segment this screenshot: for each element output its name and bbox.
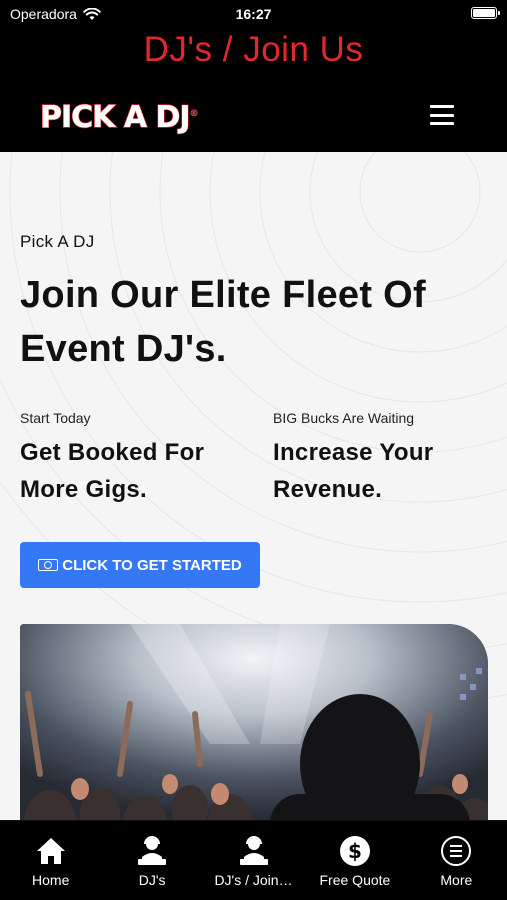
main-content: Pick A DJ Join Our Elite Fleet Of Event …: [0, 152, 507, 820]
dj-icon: [135, 834, 169, 868]
battery-icon: [471, 7, 500, 19]
feature-title: Increase Your Revenue.: [273, 439, 434, 503]
tab-more[interactable]: More: [406, 821, 507, 900]
tab-label: DJ's: [138, 872, 166, 888]
pick-a-dj-logo[interactable]: PICK A DJ®: [39, 99, 199, 136]
status-bar: Operadora 16:27: [0, 0, 507, 26]
tab-label: Free Quote: [319, 872, 391, 888]
money-icon: [38, 559, 59, 571]
dj-join-icon: [237, 834, 271, 868]
eyebrow-text: Pick A DJ: [20, 232, 95, 251]
registered-mark: ®: [189, 109, 199, 119]
tab-free-quote[interactable]: $ Free Quote: [304, 821, 405, 900]
tab-label: More: [440, 872, 473, 888]
page-title: DJ's / Join Us: [143, 30, 364, 69]
get-started-button[interactable]: CLICK TO GET STARTED: [20, 542, 260, 588]
feature-start-today: Start Today Get Booked For More Gigs.: [20, 410, 250, 508]
home-icon: [34, 834, 68, 868]
status-time: 16:27: [235, 6, 272, 22]
hamburger-menu-icon[interactable]: [430, 105, 454, 125]
concert-crowd-image: [20, 624, 488, 820]
feature-subtitle: Start Today: [20, 410, 91, 426]
feature-subtitle: BIG Bucks Are Waiting: [273, 410, 415, 426]
feature-big-bucks: BIG Bucks Are Waiting Increase Your Reve…: [273, 410, 503, 508]
tab-bar: Home DJ's DJ's / Join… $ Free Quote More: [0, 820, 507, 900]
more-icon: [439, 834, 473, 868]
tab-label: Home: [32, 872, 70, 888]
tab-djs-join[interactable]: DJ's / Join…: [203, 821, 304, 900]
tab-home[interactable]: Home: [0, 821, 101, 900]
svg-text:$: $: [348, 839, 362, 863]
tab-djs[interactable]: DJ's: [101, 821, 202, 900]
feature-title: Get Booked For More Gigs.: [20, 439, 205, 503]
site-header: PICK A DJ®: [0, 86, 507, 152]
get-started-label: CLICK TO GET STARTED: [62, 556, 242, 574]
tab-label: DJ's / Join…: [214, 872, 293, 888]
logo-text: PICK A DJ: [39, 99, 191, 136]
dollar-icon: $: [338, 834, 372, 868]
main-headline: Join Our Elite Fleet Of Event DJ's.: [20, 274, 426, 370]
